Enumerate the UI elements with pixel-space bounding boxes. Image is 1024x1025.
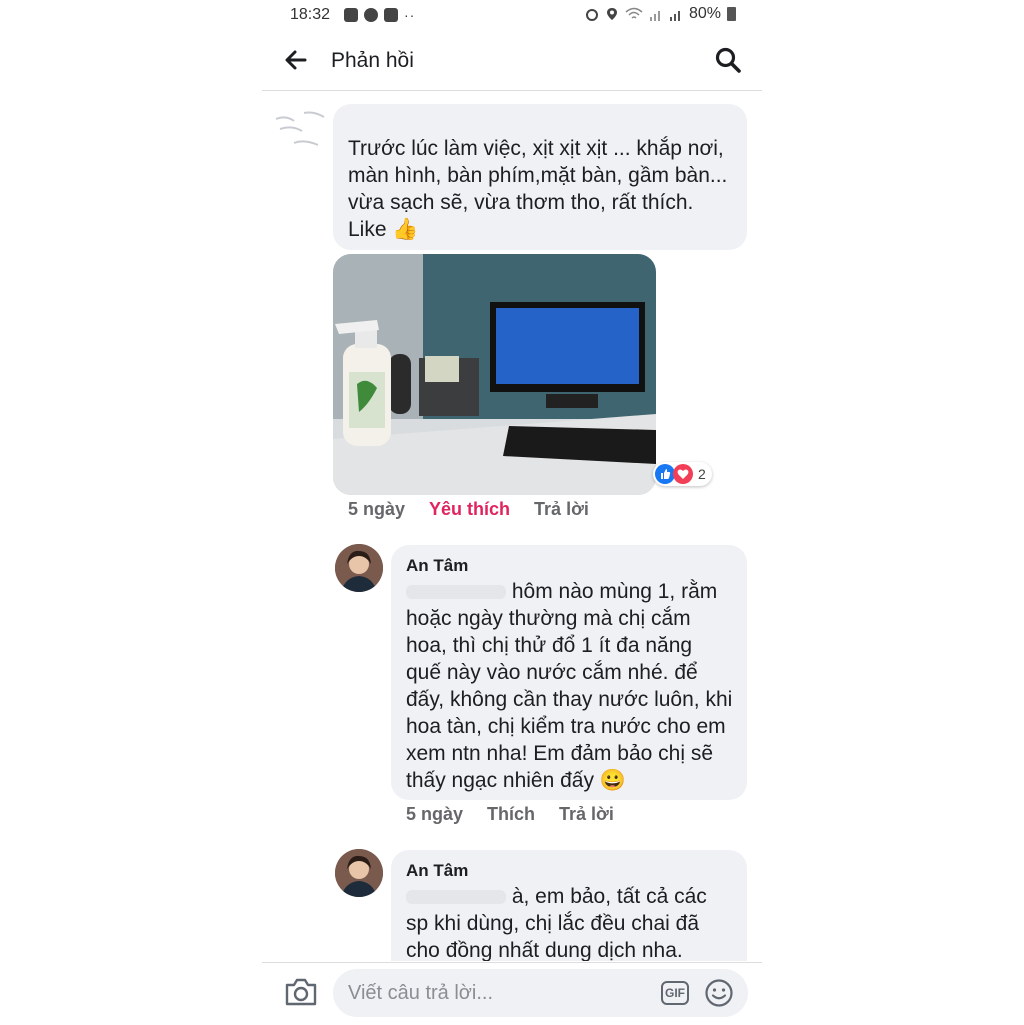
camera-icon[interactable] [284,977,318,1007]
reply-bubble[interactable]: An Tâm hôm nào mùng 1, rằm hoặc ngày thườ… [391,545,747,800]
comment-timestamp: 5 ngày [348,499,406,519]
alarm-icon [585,9,598,21]
emoji-icon[interactable] [704,978,734,1008]
status-time: 18:32 [290,6,331,23]
location-icon [606,8,617,20]
more-notifications-icon: ·· [404,7,416,23]
reply-text-rest: sp khi dùng, chị lắc đều chai đã cho đồn… [406,912,700,961]
like-button[interactable]: Yêu thích [429,499,510,520]
reply-composer: GIF [262,962,762,1025]
page-title: Phản hồi [331,49,414,72]
reply-actions: 5 ngày Thích Trả lời [406,804,614,825]
comment-actions: 5 ngày Yêu thích Trả lời [348,499,589,520]
phone-screen: 18:32 ·· 80% Phản hồi Trước lúc làm việc… [262,0,762,1025]
reply-author: An Tâm [406,556,469,575]
reply-text-rest: hoặc ngày thường mà chị cắm hoa, thì chị… [406,607,733,792]
reply-text-first-line: hôm nào mùng 1, rằm [506,580,718,603]
signal-icon [649,11,660,21]
battery-percent: 80% [688,5,721,22]
blurred-mention [406,585,506,600]
reply-text: hôm nào mùng 1, rằm hoặc ngày thường mà c… [406,578,732,794]
reply-timestamp: 5 ngày [406,804,464,824]
like-reaction-icon [655,464,675,484]
reply-text: à, em bảo, tất cả các sp khi dùng, chị lắ… [406,883,707,961]
love-reaction-icon [673,464,693,484]
app-header: Phản hồi [262,30,762,91]
gallery-icon [344,8,358,22]
status-bar: 18:32 ·· 80% [262,0,762,30]
back-arrow-icon[interactable] [284,48,308,72]
reply-bubble[interactable]: An Tâm à, em bảo, tất cả các sp khi dùng,… [391,850,747,961]
comment-text: Trước lúc làm việc, xịt xịt xịt ... khắp… [348,137,728,241]
reply-text-first-line: à, em bảo, tất cả các [506,885,707,908]
signal-icon-2 [669,11,680,21]
office-desk-image [333,254,656,495]
search-icon[interactable] [714,46,742,74]
blurred-avatar [275,111,325,146]
avatar[interactable] [335,544,383,592]
comment-thread[interactable]: Trước lúc làm việc, xịt xịt xịt ... khắp… [262,91,762,961]
reply-button[interactable]: Trả lời [559,804,614,825]
reply-author: An Tâm [406,861,469,880]
facebook-icon [364,8,378,22]
gif-button[interactable]: GIF [661,981,689,1005]
notification-icons: ·· [344,7,415,23]
like-button[interactable]: Thích [487,804,535,825]
comment-photo[interactable] [333,254,656,495]
system-icons: 80% [585,5,736,23]
reaction-summary[interactable]: 2 [653,462,712,486]
battery-icon [727,7,736,21]
reply-button[interactable]: Trả lời [534,499,589,520]
youtube-icon [384,8,398,22]
comment-bubble[interactable]: Trước lúc làm việc, xịt xịt xịt ... khắp… [333,104,747,250]
avatar[interactable] [335,849,383,897]
wifi-icon [625,7,643,19]
reaction-count: 2 [698,466,706,482]
blurred-mention [406,890,506,905]
